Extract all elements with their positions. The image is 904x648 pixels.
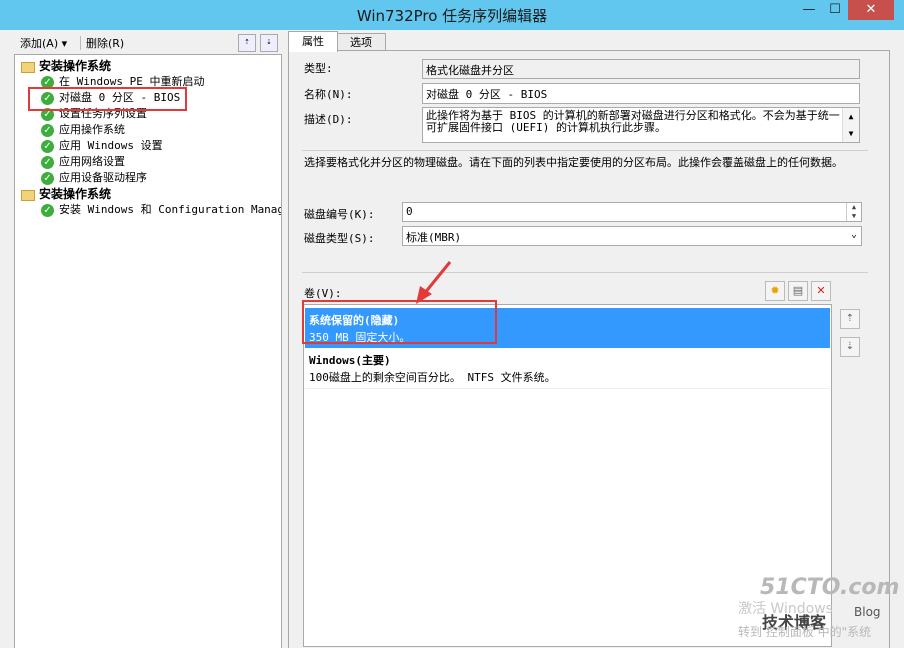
spin-up-icon[interactable]: ▲ [847,203,861,212]
disk-type-select[interactable]: 标准(MBR) ⌄ [402,226,862,246]
annotation-highlight-box [302,300,497,344]
delete-volume-icon[interactable]: ✕ [811,281,831,301]
annotation-arrow-icon [416,261,452,304]
checkmark-icon: ✓ [41,155,54,169]
volume-name: Windows(主要) [309,354,391,367]
scroll-down-icon[interactable]: ▼ [843,125,859,142]
name-value: 对磁盘 0 分区 - BIOS [426,88,548,101]
tree-item-apply-drivers[interactable]: ✓ 应用设备驱动程序 [41,170,147,186]
disk-number-value: 0 [406,205,413,218]
description-textarea[interactable]: 此操作将为基于 BIOS 的计算机的新部署对磁盘进行分区和格式化。不会为基于统一… [422,107,860,143]
tree-item-apply-windows-settings[interactable]: ✓ 应用 Windows 设置 [41,138,163,154]
description-label: 描述(D): [304,113,353,126]
volumes-label: 卷(V): [304,287,342,300]
close-button[interactable]: ✕ [848,0,894,20]
tab-options[interactable]: 选项 [336,33,386,51]
tree-group-install-os-2[interactable]: 安装操作系统 [21,186,111,202]
checkmark-icon: ✓ [41,123,54,137]
tree-toolbar: 添加(A) ▾ 删除(R) ⇡ ⇣ [14,33,280,53]
move-down-icon[interactable]: ⇣ [260,34,278,52]
chevron-down-icon: ⌄ [850,229,857,240]
scroll-up-icon[interactable]: ▲ [843,108,859,125]
disk-type-label: 磁盘类型(S): [304,232,375,245]
window-title: Win732Pro 任务序列编辑器 [356,7,548,25]
watermark: 51CTO.com 激活 Windows 技术博客 Blog 转到 控制面板 中… [738,575,900,645]
move-down-icon[interactable]: ⇣ [840,337,860,357]
spin-down-icon[interactable]: ▼ [847,212,861,221]
checkmark-icon: ✓ [41,203,54,217]
move-up-icon[interactable]: ⇡ [840,309,860,329]
minimize-button[interactable]: — [796,0,822,20]
watermark-blog-en: Blog [854,605,881,619]
tree-item-apply-os[interactable]: ✓ 应用操作系统 [41,122,125,138]
description-value: 此操作将为基于 BIOS 的计算机的新部署对磁盘进行分区和格式化。不会为基于统一… [426,109,840,134]
divider [302,272,868,273]
task-sequence-tree: 安装操作系统 ✓ 在 Windows PE 中重新启动 ✓ 对磁盘 0 分区 - B… [14,54,282,648]
volume-item-windows[interactable]: Windows(主要) 100磁盘上的剩余空间百分比。 NTFS 文件系统。 [305,348,830,389]
new-volume-icon[interactable]: ✹ [765,281,785,301]
type-field: 格式化磁盘并分区 [422,59,860,79]
annotation-highlight-box [28,87,187,111]
type-value: 格式化磁盘并分区 [426,64,514,77]
tree-item-install-configmgr[interactable]: ✓ 安装 Windows 和 Configuration Manager [41,202,281,218]
tab-properties[interactable]: 属性 [288,31,338,52]
watermark-goto: 转到 控制面板 中的"系统 [738,625,872,639]
checkmark-icon: ✓ [41,171,54,185]
description-scrollbar[interactable]: ▲ ▼ [842,108,859,142]
move-up-icon[interactable]: ⇡ [238,34,256,52]
instructions-text: 选择要格式化并分区的物理磁盘。请在下面的列表中指定要使用的分区布局。此操作会覆盖… [304,156,843,169]
disk-type-value: 标准(MBR) [406,231,462,244]
title-bar: Win732Pro 任务序列编辑器 — ☐ ✕ [0,0,904,30]
checkmark-icon: ✓ [41,139,54,153]
disk-number-stepper[interactable]: 0 ▲ ▼ [402,202,862,222]
watermark-site: 51CTO.com [760,575,900,600]
tree-item-apply-network[interactable]: ✓ 应用网络设置 [41,154,125,170]
add-menu-button[interactable]: 添加(A) ▾ [20,35,67,51]
divider [302,150,868,151]
delete-button[interactable]: 删除(R) [86,35,124,51]
spinner-buttons[interactable]: ▲ ▼ [846,203,861,221]
toolbar-divider [80,36,81,50]
name-label: 名称(N): [304,88,353,101]
name-input[interactable]: 对磁盘 0 分区 - BIOS [422,83,860,104]
volume-desc: 100磁盘上的剩余空间百分比。 NTFS 文件系统。 [309,371,556,384]
type-label: 类型: [304,62,333,75]
tree-group-install-os-1[interactable]: 安装操作系统 [21,58,111,74]
folder-icon [21,61,35,73]
folder-icon [21,189,35,201]
disk-number-label: 磁盘编号(K): [304,208,375,221]
maximize-button[interactable]: ☐ [822,0,848,20]
properties-icon[interactable]: ▤ [788,281,808,301]
